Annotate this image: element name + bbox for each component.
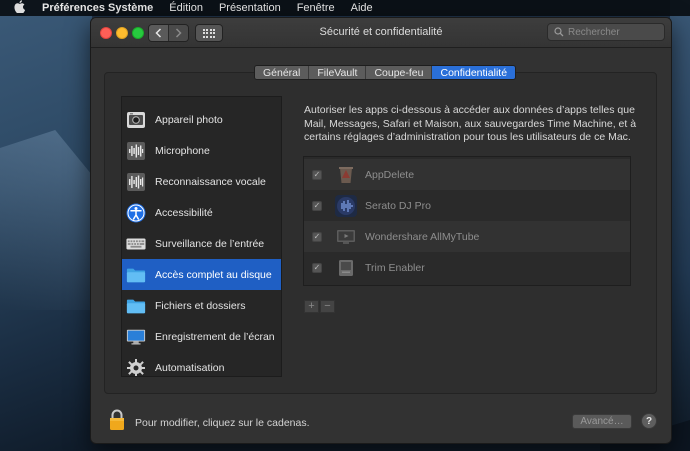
tab-bar: Général FileVault Coupe-feu Confidential… xyxy=(254,65,517,80)
tab-filevault[interactable]: FileVault xyxy=(309,66,367,79)
sidebar-item-files-folders[interactable]: Fichiers et dossiers xyxy=(122,290,281,321)
security-privacy-window: Sécurité et confidentialité Général File… xyxy=(90,17,672,444)
sidebar-item-microphone[interactable]: Microphone xyxy=(122,135,281,166)
gear-icon xyxy=(126,358,146,376)
desktop-wallpaper xyxy=(0,0,92,451)
sidebar-item-screen-recording[interactable]: Enregistrement de l’écran xyxy=(122,321,281,352)
app-name: Wondershare AllMyTube xyxy=(365,230,480,243)
app-checkbox[interactable]: ✓ xyxy=(312,200,322,211)
app-row-trim-enabler[interactable]: ✓ Trim Enabler xyxy=(304,252,630,283)
app-checkbox[interactable]: ✓ xyxy=(312,262,322,273)
app-name: AppDelete xyxy=(365,168,415,181)
tab-general[interactable]: Général xyxy=(255,66,310,79)
tab-privacy[interactable]: Confidentialité xyxy=(432,66,516,79)
serato-icon xyxy=(335,194,357,217)
menu-item-fenetre[interactable]: Fenêtre xyxy=(297,2,335,14)
folder-icon xyxy=(126,296,146,316)
search-input[interactable] xyxy=(568,26,658,38)
sidebar-item-label: Reconnaissance vocale xyxy=(155,175,266,188)
sidebar-item-full-disk-access[interactable]: Accès complet au disque xyxy=(122,259,281,290)
microphone-icon xyxy=(126,141,146,161)
keyboard-icon xyxy=(126,234,146,254)
title-bar: Sécurité et confidentialité xyxy=(91,18,671,48)
apple-menu-icon[interactable] xyxy=(14,0,28,16)
lock-instructions: Pour modifier, cliquez sur le cadenas. xyxy=(135,417,310,429)
display-icon xyxy=(126,327,146,347)
app-name: Trim Enabler xyxy=(365,261,425,274)
sidebar-item-hidden-top[interactable] xyxy=(122,97,281,104)
app-checkbox[interactable]: ✓ xyxy=(312,169,322,180)
sidebar-item-label: Appareil photo xyxy=(155,113,223,126)
folder-icon xyxy=(126,265,146,285)
menu-item-edition[interactable]: Édition xyxy=(169,2,203,14)
lock-icon[interactable] xyxy=(109,409,125,431)
help-button[interactable]: ? xyxy=(641,413,657,429)
show-all-button[interactable] xyxy=(195,24,223,42)
app-row-serato[interactable]: ✓ Serato DJ Pro xyxy=(304,190,630,221)
grid-icon xyxy=(202,28,216,38)
chevron-left-icon xyxy=(155,28,162,38)
sidebar-item-label: Enregistrement de l’écran xyxy=(155,330,275,343)
sidebar-item-speech-recognition[interactable]: Reconnaissance vocale xyxy=(122,166,281,197)
app-checkbox[interactable]: ✓ xyxy=(312,231,322,242)
tab-firewall[interactable]: Coupe-feu xyxy=(366,66,433,79)
trim-enabler-icon xyxy=(335,257,357,279)
sidebar-item-automation[interactable]: Automatisation xyxy=(122,352,281,376)
privacy-category-list[interactable]: Appareil photo Microphone Reconnaissance… xyxy=(121,96,282,377)
forward-button[interactable] xyxy=(168,25,188,41)
sidebar-item-label: Surveillance de l’entrée xyxy=(155,237,265,250)
chevron-right-icon xyxy=(175,28,182,38)
full-disk-access-app-list[interactable]: ✓ AppDelete ✓ Serato DJ Pro ✓ Wondershar… xyxy=(303,156,631,286)
sidebar-item-input-monitoring[interactable]: Surveillance de l’entrée xyxy=(122,228,281,259)
search-field[interactable] xyxy=(547,23,665,41)
sidebar-item-label: Microphone xyxy=(155,144,210,157)
minimize-window-button[interactable] xyxy=(116,27,128,39)
accessibility-icon xyxy=(126,203,146,223)
back-button[interactable] xyxy=(149,25,168,41)
sidebar-item-label: Automatisation xyxy=(155,361,225,374)
menu-item-presentation[interactable]: Présentation xyxy=(219,2,281,14)
add-app-button[interactable]: + xyxy=(304,300,319,313)
menu-app-name[interactable]: Préférences Système xyxy=(42,2,153,14)
desktop-wallpaper-right xyxy=(670,0,690,451)
menu-bar: Préférences Système Édition Présentation… xyxy=(0,0,690,16)
menu-item-aide[interactable]: Aide xyxy=(351,2,373,14)
app-row-appdelete[interactable]: ✓ AppDelete xyxy=(304,159,630,190)
sidebar-item-label: Accès complet au disque xyxy=(155,268,272,281)
window-title: Sécurité et confidentialité xyxy=(319,26,443,38)
sidebar-item-camera[interactable]: Appareil photo xyxy=(122,104,281,135)
app-row-allmytube[interactable]: ✓ Wondershare AllMyTube xyxy=(304,221,630,252)
advanced-button[interactable]: Avancé… xyxy=(572,414,632,429)
sidebar-item-accessibility[interactable]: Accessibilité xyxy=(122,197,281,228)
history-nav xyxy=(148,24,189,42)
appdelete-icon xyxy=(335,164,357,186)
zoom-window-button[interactable] xyxy=(132,27,144,39)
search-icon xyxy=(554,27,564,37)
remove-app-button[interactable]: − xyxy=(320,300,335,313)
app-name: Serato DJ Pro xyxy=(365,199,431,212)
location-icon xyxy=(126,97,146,99)
speech-recognition-icon xyxy=(126,172,146,192)
camera-icon xyxy=(126,110,146,130)
privacy-description: Autoriser les apps ci-dessous à accéder … xyxy=(304,104,637,143)
close-window-button[interactable] xyxy=(100,27,112,39)
privacy-panel: Appareil photo Microphone Reconnaissance… xyxy=(104,72,657,394)
allmytube-icon xyxy=(335,226,357,248)
sidebar-item-label: Accessibilité xyxy=(155,206,213,219)
sidebar-item-label: Fichiers et dossiers xyxy=(155,299,246,312)
